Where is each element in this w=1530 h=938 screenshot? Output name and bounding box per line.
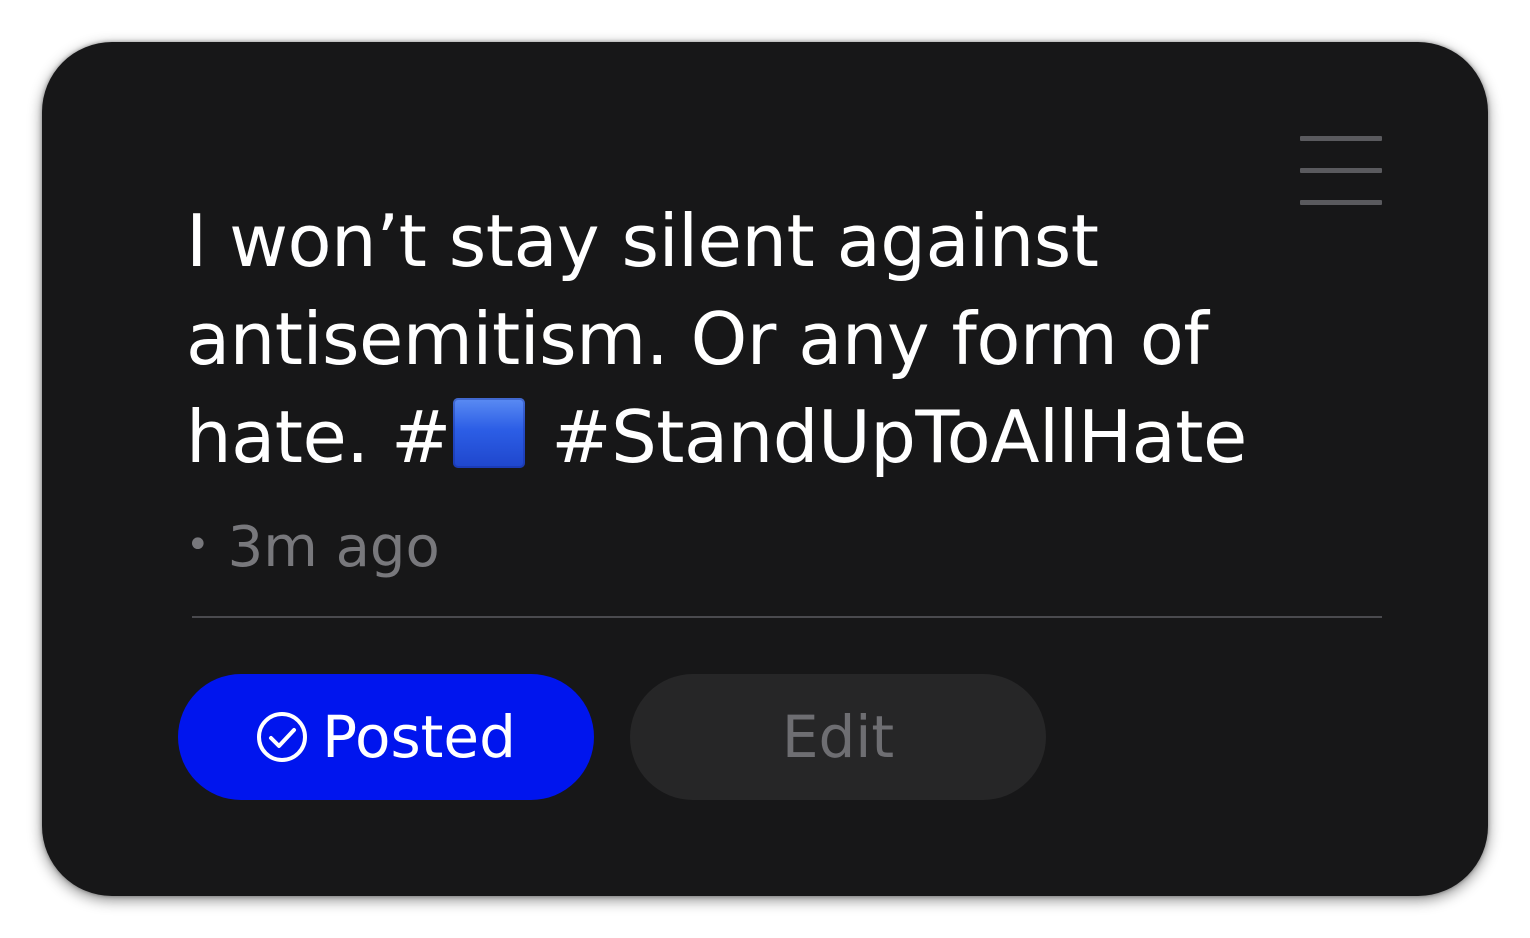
posted-button[interactable]: Posted bbox=[178, 674, 594, 800]
check-circle-icon bbox=[257, 712, 308, 762]
posted-label: Posted bbox=[322, 703, 516, 771]
post-meta: • 3m ago bbox=[186, 512, 440, 581]
post-card: I won’t stay silent against antisemitism… bbox=[42, 42, 1488, 896]
post-hashtag: #StandUpToAllHate bbox=[528, 395, 1247, 479]
edit-button[interactable]: Edit bbox=[630, 674, 1046, 800]
menu-icon[interactable] bbox=[1298, 136, 1382, 206]
blue-square-emoji-icon bbox=[452, 398, 525, 468]
divider bbox=[192, 616, 1382, 618]
post-timestamp: 3m ago bbox=[227, 515, 440, 580]
post-text: I won’t stay silent against antisemitism… bbox=[186, 192, 1296, 486]
edit-label: Edit bbox=[781, 703, 895, 771]
meta-bullet: • bbox=[186, 522, 210, 568]
